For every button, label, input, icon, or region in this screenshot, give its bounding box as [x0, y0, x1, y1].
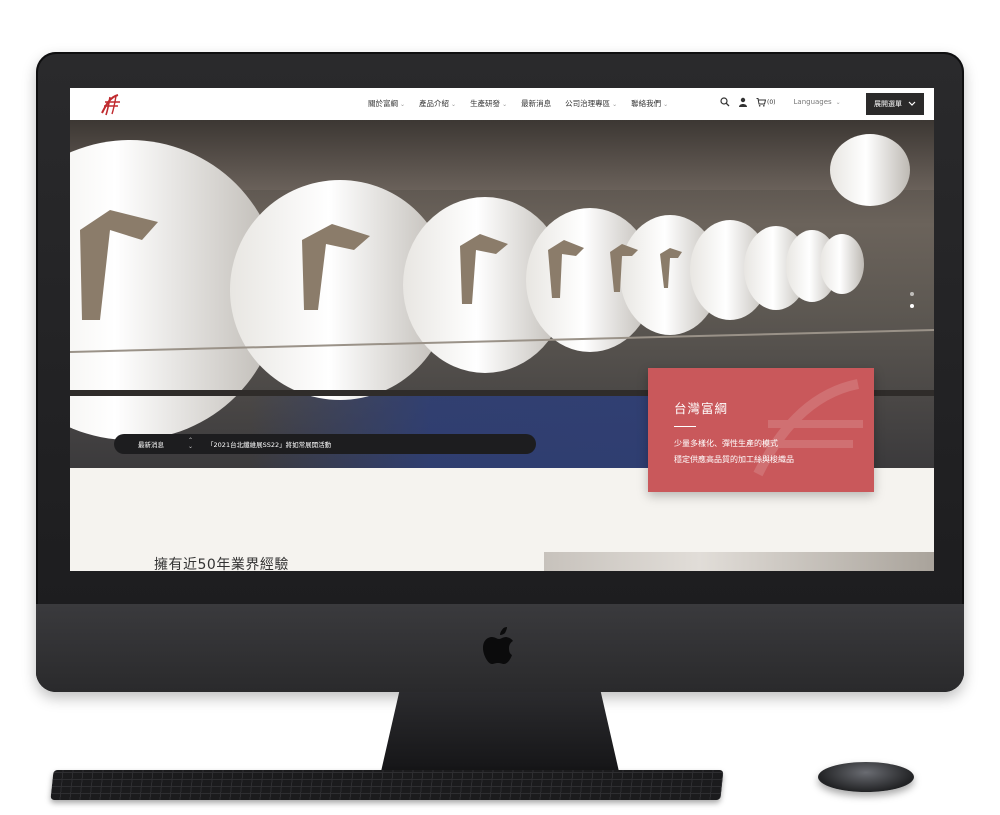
apple-logo-icon: [483, 627, 513, 664]
menu-item-about[interactable]: 關於富綱 ⌄: [368, 98, 405, 109]
header-icons: (0) Languages ⌄: [720, 97, 841, 107]
intro-title: 台灣富綱: [674, 401, 729, 416]
ticker-arrows-icon[interactable]: ⌃ ⌄: [188, 438, 193, 450]
chevron-down-icon: ⌄: [400, 101, 406, 108]
user-icon[interactable]: [738, 97, 748, 107]
search-icon[interactable]: [720, 97, 730, 107]
open-menu-button[interactable]: 展開選單: [866, 93, 924, 115]
brand-logo-icon[interactable]: [96, 91, 126, 117]
section-photo: [544, 552, 934, 571]
section-heading: 擁有近50年業界經驗: [154, 557, 289, 571]
menu-item-news[interactable]: 最新消息: [521, 98, 551, 109]
ticker-label: 最新消息: [138, 441, 164, 449]
chevron-down-icon: ⌄: [451, 101, 457, 108]
ticker-news-link[interactable]: 「2021台北纖維展SS22」將如常展開活動: [207, 439, 331, 449]
slider-dot-2[interactable]: [910, 304, 914, 308]
website-screen: 關於富綱 ⌄ 產品介紹 ⌄ 生產研發 ⌄ 最新消息 公司治理專區 ⌄ 聯絡我們 ⌄ (0): [70, 88, 934, 571]
chevron-down-icon: ⌄: [663, 101, 669, 108]
brand-watermark-icon: [753, 379, 863, 477]
intro-card: 台灣富綱 少量多樣化、彈性生產的模式 穩定供應高品質的加工絲與梭織品: [648, 368, 874, 492]
menu-item-contact[interactable]: 聯絡我們 ⌄: [631, 98, 668, 109]
cart-count: (0): [767, 98, 776, 106]
intro-line-1: 少量多樣化、彈性生產的模式: [674, 439, 778, 448]
open-menu-label: 展開選單: [874, 100, 902, 108]
magic-mouse: [818, 762, 914, 792]
menu-item-rnd[interactable]: 生產研發 ⌄: [470, 98, 507, 109]
intro-line-2: 穩定供應高品質的加工絲與梭織品: [674, 455, 794, 464]
chevron-down-icon: [908, 101, 916, 106]
keyboard: [50, 770, 724, 800]
news-ticker[interactable]: 最新消息 ⌃ ⌄ 「2021台北纖維展SS22」將如常展開活動: [114, 434, 536, 454]
slider-dots: [910, 292, 916, 316]
languages-dropdown[interactable]: Languages ⌄: [794, 98, 841, 106]
chevron-down-icon: ⌄: [833, 99, 841, 106]
chevron-down-icon: ⌄: [612, 101, 618, 108]
main-menu: 關於富綱 ⌄ 產品介紹 ⌄ 生產研發 ⌄ 最新消息 公司治理專區 ⌄ 聯絡我們 ⌄: [368, 98, 668, 109]
menu-item-governance[interactable]: 公司治理專區 ⌄: [565, 98, 617, 109]
chevron-down-icon: ⌄: [502, 101, 508, 108]
slider-dot-1[interactable]: [910, 292, 914, 296]
intro-divider: [674, 426, 696, 427]
cart-icon: [756, 98, 766, 107]
menu-item-products[interactable]: 產品介紹 ⌄: [419, 98, 456, 109]
cart-link[interactable]: (0): [756, 97, 776, 107]
imac-stand: [380, 692, 620, 776]
site-header: 關於富綱 ⌄ 產品介紹 ⌄ 生產研發 ⌄ 最新消息 公司治理專區 ⌄ 聯絡我們 ⌄ (0): [70, 88, 934, 121]
